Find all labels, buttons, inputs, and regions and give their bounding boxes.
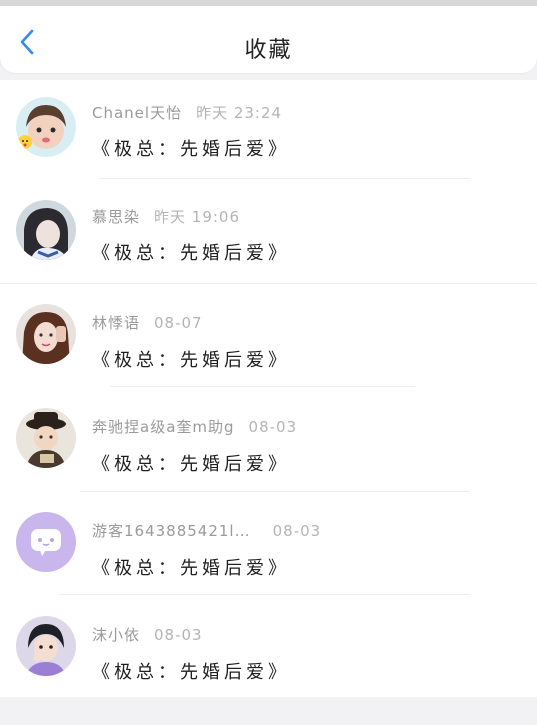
list-item[interactable]: 奔驰捏a级a奎m助g 08-03 《极总：先婚后爱》 <box>0 392 537 496</box>
favorite-title: 《极总：先婚后爱》 <box>92 243 290 264</box>
username: Chanel天怡 <box>92 104 183 122</box>
favorite-title: 《极总：先婚后爱》 <box>92 454 290 475</box>
favorite-title: 《极总：先婚后爱》 <box>92 139 290 160</box>
timestamp: 08-03 <box>248 418 298 436</box>
favorite-title: 《极总：先婚后爱》 <box>92 558 290 579</box>
page-title: 收藏 <box>244 38 293 63</box>
nav-header: 收藏 <box>0 6 537 73</box>
username: 林悸语 <box>92 314 141 332</box>
username: 沫小依 <box>92 626 141 644</box>
divider <box>80 491 470 492</box>
avatar[interactable] <box>16 512 76 572</box>
divider <box>60 594 470 595</box>
avatar[interactable] <box>16 616 76 676</box>
timestamp: 昨天 19:06 <box>154 208 241 226</box>
list-item[interactable]: Chanel天怡 昨天 23:24 《极总：先婚后爱》 <box>0 80 537 184</box>
chat-bubble-icon <box>31 529 61 556</box>
username: 奔驰捏a级a奎m助g <box>92 418 235 436</box>
favorites-list: Chanel天怡 昨天 23:24 《极总：先婚后爱》 慕思染 昨天 19:06 《… <box>0 80 537 697</box>
timestamp: 08-03 <box>272 522 322 540</box>
favorite-title: 《极总：先婚后爱》 <box>92 662 290 683</box>
timestamp: 昨天 23:24 <box>196 104 283 122</box>
list-item[interactable]: 林悸语 08-07 《极总：先婚后爱》 <box>0 288 537 392</box>
list-item[interactable]: 游客1643885421l… 08-03 《极总：先婚后爱》 <box>0 496 537 600</box>
timestamp: 08-07 <box>154 314 203 332</box>
timestamp: 08-03 <box>154 626 203 644</box>
divider <box>100 178 470 179</box>
list-item[interactable]: 慕思染 昨天 19:06 《极总：先婚后爱》 <box>0 184 537 288</box>
list-item[interactable]: 沫小依 08-03 《极总：先婚后爱》 <box>0 600 537 704</box>
username: 游客1643885421l… <box>92 522 251 540</box>
avatar[interactable] <box>16 304 76 364</box>
avatar[interactable] <box>16 408 76 468</box>
favorite-title: 《极总：先婚后爱》 <box>92 350 290 371</box>
username: 慕思染 <box>92 208 141 226</box>
avatar[interactable] <box>16 200 76 260</box>
avatar[interactable] <box>16 97 76 157</box>
divider <box>110 386 415 387</box>
divider <box>0 283 537 284</box>
